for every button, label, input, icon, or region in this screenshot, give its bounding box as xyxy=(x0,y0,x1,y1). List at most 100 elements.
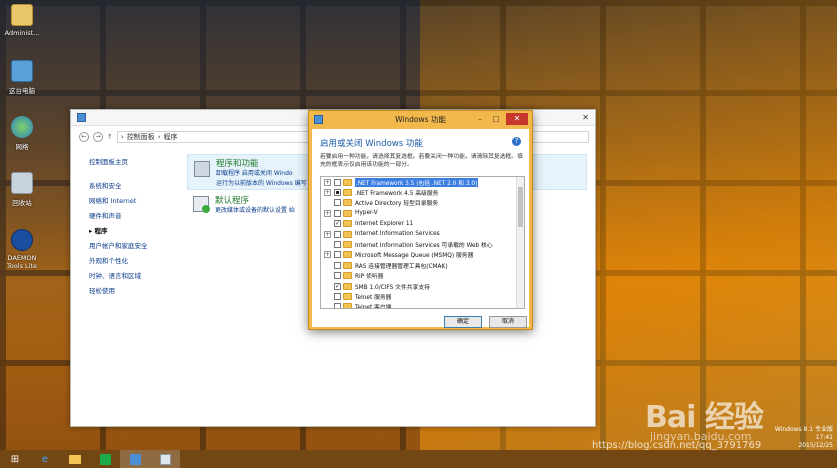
feature-checkbox[interactable] xyxy=(334,199,341,207)
sidebar-item-appearance[interactable]: 外观和个性化 xyxy=(89,255,179,265)
taskbar-features[interactable] xyxy=(150,450,180,468)
feature-label: .NET Framework 3.5 (包括 .NET 2.0 和 3.0) xyxy=(355,177,479,187)
up-button[interactable]: ↑ xyxy=(107,133,113,141)
folder-icon xyxy=(343,189,352,197)
taskbar: ⊞ e xyxy=(0,450,837,468)
sidebar-item-network[interactable]: 网络和 Internet xyxy=(89,195,179,205)
taskbar-file-explorer[interactable] xyxy=(60,450,90,468)
help-icon[interactable]: ? xyxy=(512,137,521,146)
desktop-icon-daemon-tools[interactable]: DAEMON Tools Lite xyxy=(2,229,42,270)
feature-checkbox[interactable] xyxy=(334,209,341,217)
dialog-app-icon xyxy=(314,115,323,124)
csdn-watermark: https://blog.csdn.net/qq_3791769 xyxy=(592,440,762,451)
taskbar-ie[interactable]: e xyxy=(30,450,60,468)
feature-label: SMB 1.0/CIFS 文件共享支持 xyxy=(355,284,430,291)
breadcrumb-control-panel[interactable]: 控制面板 xyxy=(127,132,155,142)
control-panel-icon xyxy=(129,453,141,465)
folder-icon xyxy=(343,220,352,228)
desktop-icon-administrator[interactable]: Administ... xyxy=(2,4,42,37)
feature-row[interactable]: RAS 连接管理器管理工具包(CMAK) xyxy=(321,260,524,270)
feature-row[interactable]: + Hyper-V xyxy=(321,208,524,218)
desktop-icon-computer[interactable]: 这台电脑 xyxy=(2,60,42,95)
sidebar-item-system-security[interactable]: 系统和安全 xyxy=(89,180,179,190)
expand-icon[interactable]: + xyxy=(324,178,331,186)
sidebar-item-clock-region[interactable]: 时钟、语言和区域 xyxy=(89,270,179,280)
back-button[interactable]: ← xyxy=(79,132,89,142)
dialog-titlebar[interactable]: Windows 功能 – □ ✕ xyxy=(309,111,532,129)
folder-icon xyxy=(343,199,352,207)
breadcrumb-separator: › xyxy=(120,133,124,141)
start-button[interactable]: ⊞ xyxy=(0,450,30,468)
folder-icon xyxy=(343,261,352,269)
feature-row[interactable]: + .NET Framework 4.5 高级服务 xyxy=(321,187,524,197)
scrollbar-thumb[interactable] xyxy=(518,187,523,227)
feature-label: Internet Information Services 可承载的 Web 核… xyxy=(355,243,493,250)
feature-label: Internet Information Services xyxy=(355,231,440,238)
default-programs-icon xyxy=(193,196,210,213)
expand-icon[interactable]: + xyxy=(324,230,331,238)
default-programs-links[interactable]: 更改媒体或设备的默认设置 始 xyxy=(215,205,295,214)
network-icon xyxy=(11,116,33,138)
sidebar-home-link[interactable]: 控制面板主页 xyxy=(89,156,179,166)
programs-features-links[interactable]: 卸载程序 启用或关闭 Windo xyxy=(216,168,293,177)
feature-checkbox[interactable] xyxy=(334,292,341,300)
maximize-icon[interactable]: □ xyxy=(490,114,502,124)
feature-row[interactable]: Telnet 客户端 xyxy=(321,302,524,308)
feature-row[interactable]: ✓ Internet Explorer 11 xyxy=(321,219,524,229)
store-icon xyxy=(99,453,111,465)
feature-checkbox[interactable] xyxy=(334,261,341,269)
sidebar-item-hardware-sound[interactable]: 硬件和声音 xyxy=(89,210,179,220)
clock-date[interactable]: 2015/12/25 xyxy=(775,442,833,450)
breadcrumb-programs[interactable]: 程序 xyxy=(164,132,178,142)
feature-checkbox[interactable] xyxy=(334,272,341,280)
feature-checkbox[interactable] xyxy=(334,303,341,308)
features-tree-rows: + .NET Framework 3.5 (包括 .NET 2.0 和 3.0) +… xyxy=(321,177,524,308)
dialog-close-button[interactable]: ✕ xyxy=(506,113,528,125)
feature-label: Active Directory 轻型目录服务 xyxy=(355,201,439,208)
sidebar-item-programs[interactable]: ▸ 程序 xyxy=(89,225,179,235)
run-older-programs-link[interactable]: 运行为以前版本的 Windows 编写 xyxy=(216,178,307,187)
feature-row[interactable]: + .NET Framework 3.5 (包括 .NET 2.0 和 3.0) xyxy=(321,177,524,187)
feature-checkbox[interactable] xyxy=(334,189,341,197)
expand-icon[interactable]: + xyxy=(324,209,331,217)
cancel-button[interactable]: 取消 xyxy=(489,316,527,328)
taskbar-control-panel[interactable] xyxy=(120,450,150,468)
expand-icon[interactable]: + xyxy=(324,251,331,259)
desktop-icon-recycle-bin[interactable]: 回收站 xyxy=(2,172,42,207)
minimize-icon[interactable]: – xyxy=(474,114,486,124)
feature-row[interactable]: + Internet Information Services xyxy=(321,229,524,239)
desktop-icon-network[interactable]: 网络 xyxy=(2,116,42,151)
features-tree[interactable]: + .NET Framework 3.5 (包括 .NET 2.0 和 3.0) +… xyxy=(320,176,525,309)
clock-time[interactable]: 17:41 xyxy=(775,434,833,442)
feature-row[interactable]: RIP 侦听器 xyxy=(321,271,524,281)
file-explorer-icon xyxy=(69,454,81,464)
sidebar-item-user-accounts[interactable]: 用户帐户和家庭安全 xyxy=(89,240,179,250)
feature-checkbox[interactable] xyxy=(334,241,341,249)
windows-features-dialog: Windows 功能 – □ ✕ 启用或关闭 Windows 功能 ? 若要启用… xyxy=(308,110,533,330)
feature-checkbox[interactable] xyxy=(334,251,341,259)
start-icon: ⊞ xyxy=(10,453,20,465)
feature-label: .NET Framework 4.5 高级服务 xyxy=(355,191,439,198)
feature-checkbox[interactable] xyxy=(334,230,341,238)
feature-checkbox[interactable] xyxy=(334,178,341,186)
control-panel-app-icon xyxy=(77,113,86,122)
feature-row[interactable]: Active Directory 轻型目录服务 xyxy=(321,198,524,208)
daemon-tools-icon xyxy=(11,229,33,251)
close-icon[interactable]: ✕ xyxy=(582,113,589,122)
feature-row[interactable]: ✓ SMB 1.0/CIFS 文件共享支持 xyxy=(321,281,524,291)
feature-row[interactable]: Telnet 服务器 xyxy=(321,291,524,301)
feature-checkbox[interactable]: ✓ xyxy=(334,282,341,290)
feature-checkbox[interactable]: ✓ xyxy=(334,220,341,228)
ok-button[interactable]: 确定 xyxy=(444,316,482,328)
feature-row[interactable]: + Microsoft Message Queue (MSMQ) 服务器 xyxy=(321,250,524,260)
tree-scrollbar[interactable] xyxy=(516,177,524,308)
taskbar-store[interactable] xyxy=(90,450,120,468)
expand-icon[interactable]: + xyxy=(324,189,331,197)
feature-row[interactable]: Internet Information Services 可承载的 Web 核… xyxy=(321,239,524,249)
folder-icon xyxy=(343,241,352,249)
sidebar-item-ease-of-access[interactable]: 轻松使用 xyxy=(89,285,179,295)
forward-button[interactable]: → xyxy=(93,132,103,142)
feature-label: Hyper-V xyxy=(355,210,378,217)
folder-icon xyxy=(343,251,352,259)
breadcrumb-separator: › xyxy=(157,133,161,141)
